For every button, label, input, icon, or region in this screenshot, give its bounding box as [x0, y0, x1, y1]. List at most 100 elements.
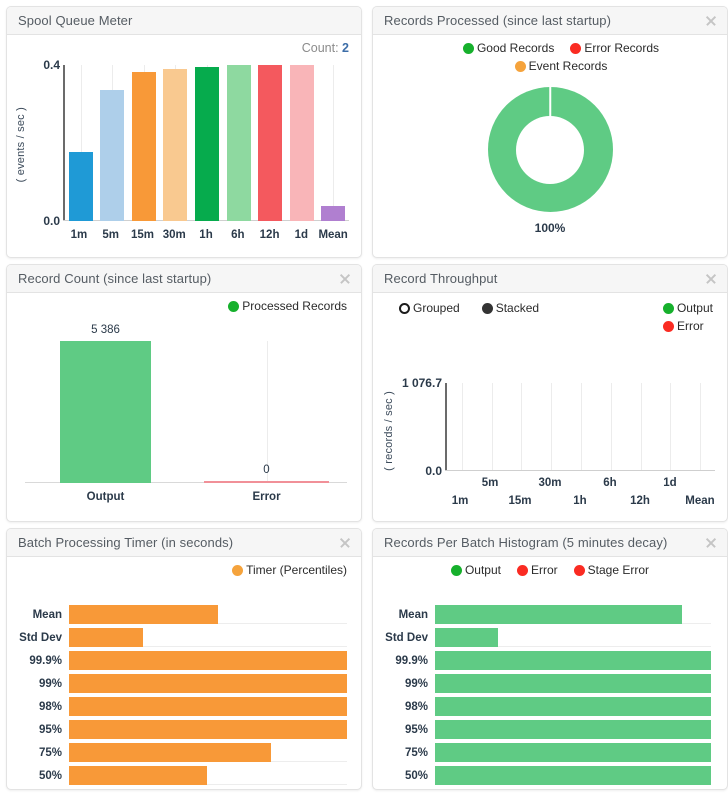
- x-axis-label: Mean: [318, 229, 348, 241]
- bar-slot: [254, 65, 286, 221]
- close-icon[interactable]: [337, 535, 353, 551]
- x-axis-label: 1d: [294, 229, 309, 241]
- close-icon[interactable]: [703, 13, 719, 29]
- legend-item[interactable]: Output: [662, 301, 713, 315]
- donut-center-label: 100%: [534, 221, 566, 235]
- category-label: 75%: [38, 746, 62, 759]
- bar[interactable]: [435, 697, 711, 716]
- bar[interactable]: [69, 697, 347, 716]
- radio-selected-icon[interactable]: [481, 302, 493, 314]
- bar[interactable]: [658, 383, 684, 471]
- panel-record-count: Record Count (since last startup) Proces…: [6, 264, 362, 522]
- legend-label: Output: [676, 301, 713, 315]
- bar[interactable]: [321, 206, 346, 221]
- bar-row: Mean: [13, 603, 347, 626]
- category-label: 50%: [38, 769, 62, 782]
- bar[interactable]: [479, 395, 505, 471]
- legend-item[interactable]: Error: [662, 319, 713, 333]
- bar-slot: [191, 65, 223, 221]
- x-axis-label: [685, 477, 715, 489]
- legend-color-dot: [573, 564, 585, 576]
- bar[interactable]: [289, 65, 314, 221]
- bar[interactable]: [435, 766, 711, 785]
- bar[interactable]: [69, 651, 347, 670]
- bar[interactable]: [69, 766, 207, 785]
- chart-legend: Processed Records: [7, 293, 361, 313]
- category-label: Std Dev: [385, 631, 428, 644]
- bar[interactable]: [131, 71, 156, 221]
- close-icon[interactable]: [703, 271, 719, 287]
- gridline: [700, 383, 702, 471]
- legend-label: Event Records: [528, 59, 608, 73]
- bar[interactable]: [435, 674, 711, 693]
- bar[interactable]: [226, 65, 251, 221]
- bar-slot: [223, 65, 255, 221]
- x-axis-label: 6h: [603, 477, 617, 489]
- radio-unselected-icon[interactable]: [399, 302, 410, 314]
- panel-records-per-batch-histogram: Records Per Batch Histogram (5 minutes d…: [372, 528, 728, 790]
- panel-header: Records Per Batch Histogram (5 minutes d…: [373, 529, 727, 557]
- bar-slot: [65, 65, 97, 221]
- bar[interactable]: [163, 68, 188, 221]
- panel-title: Spool Queue Meter: [18, 13, 133, 28]
- panel-body: Good Records Error Records Event Records 1…: [373, 35, 727, 257]
- bar[interactable]: [68, 152, 93, 221]
- close-icon[interactable]: [703, 535, 719, 551]
- bar[interactable]: [628, 383, 654, 471]
- controls-and-legend-row: Grouped Stacked Output Error: [373, 293, 727, 333]
- legend-item[interactable]: Stage Error: [573, 563, 649, 577]
- metrics-dashboard: Spool Queue Meter Count: 2 ( events / se…: [0, 0, 728, 802]
- gridline: [333, 65, 335, 221]
- bar-track: [69, 695, 347, 718]
- bar[interactable]: [69, 674, 347, 693]
- bar[interactable]: [435, 651, 711, 670]
- close-icon[interactable]: [337, 271, 353, 287]
- bar[interactable]: [568, 384, 594, 471]
- legend-item[interactable]: Error: [517, 563, 558, 577]
- panel-body: Grouped Stacked Output Error ( records / s…: [373, 293, 727, 521]
- bar[interactable]: [687, 466, 713, 471]
- display-mode-radio-group[interactable]: Grouped Stacked: [399, 301, 539, 315]
- legend-item[interactable]: Processed Records: [228, 299, 347, 313]
- panel-title: Records Processed (since last startup): [384, 13, 612, 28]
- x-axis-label: [475, 495, 505, 507]
- bar[interactable]: [598, 383, 624, 471]
- legend-item[interactable]: Timer (Percentiles): [232, 563, 347, 577]
- radio-stacked[interactable]: Stacked: [481, 301, 539, 315]
- bar[interactable]: [449, 431, 475, 471]
- bar[interactable]: 0: [203, 464, 330, 483]
- category-label: 99.9%: [395, 654, 428, 667]
- bar-slot: [286, 65, 318, 221]
- panel-title: Record Count (since last startup): [18, 271, 212, 286]
- legend-item[interactable]: Error Records: [570, 41, 659, 55]
- category-label: 99.9%: [29, 654, 62, 667]
- bar[interactable]: [509, 386, 535, 471]
- panel-body: Count: 2 ( events / sec ) 0.4 0.0 1m 5m 15…: [7, 35, 361, 257]
- bar[interactable]: [435, 720, 711, 739]
- bar[interactable]: [69, 605, 218, 624]
- legend-item[interactable]: Output: [450, 563, 501, 577]
- bar-row: Mean: [379, 603, 711, 626]
- chart-legend: Output Error: [662, 301, 713, 333]
- legend-item[interactable]: Event Records: [514, 59, 608, 73]
- bar-slot: 0: [186, 341, 347, 483]
- legend-label: Error: [531, 563, 558, 577]
- bar[interactable]: [100, 89, 125, 221]
- legend-item[interactable]: Good Records: [462, 41, 554, 55]
- plot-region: 0.4 0.0: [43, 58, 349, 228]
- bar[interactable]: [69, 743, 271, 762]
- bar[interactable]: [258, 65, 283, 221]
- bar[interactable]: [538, 384, 564, 471]
- donut-ring[interactable]: [487, 87, 613, 212]
- bar[interactable]: [435, 628, 499, 647]
- panel-header: Batch Processing Timer (in seconds): [7, 529, 361, 557]
- bar[interactable]: [69, 628, 143, 647]
- bar[interactable]: [195, 66, 220, 221]
- bar[interactable]: 5 386: [60, 324, 151, 483]
- radio-grouped[interactable]: Grouped: [399, 301, 460, 315]
- legend-label: Processed Records: [242, 299, 347, 313]
- bar[interactable]: [435, 743, 711, 762]
- category-label: Mean: [398, 608, 428, 621]
- bar[interactable]: [69, 720, 347, 739]
- bar[interactable]: [435, 605, 683, 624]
